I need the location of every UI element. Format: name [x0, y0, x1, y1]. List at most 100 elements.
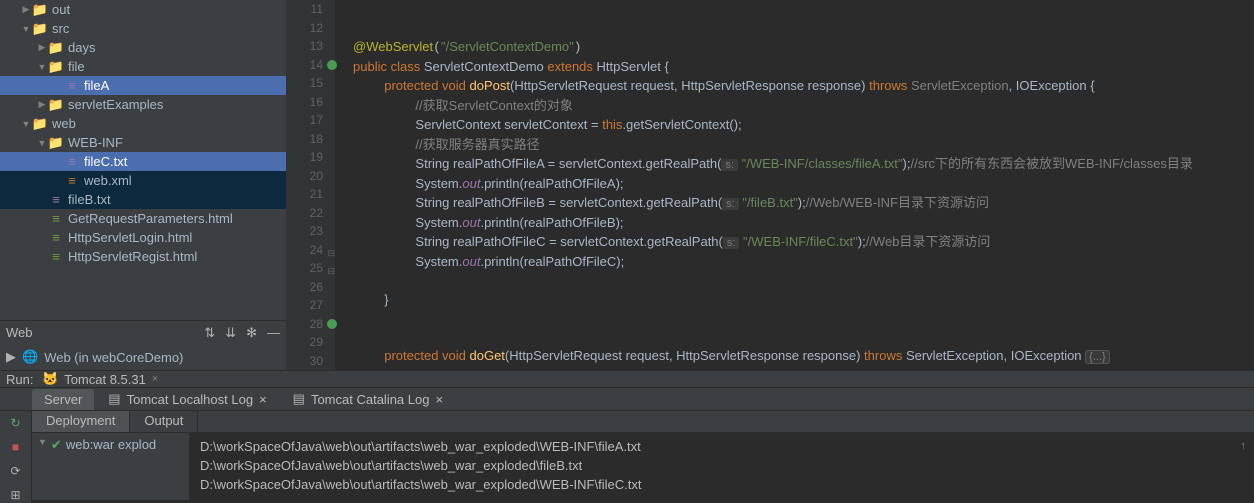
- run-config-tab[interactable]: 🐱 Tomcat 8.5.31 ×: [32, 371, 168, 387]
- close-icon[interactable]: ×: [152, 373, 158, 385]
- run-toolbar: ↻ ■ ⟳ ⊞: [0, 411, 32, 503]
- file-icon: 📁: [32, 116, 48, 132]
- gutter-line[interactable]: 12: [287, 19, 323, 38]
- tree-label: servletExamples: [68, 97, 163, 112]
- filter-icon[interactable]: ⇅: [204, 325, 215, 341]
- tab-server[interactable]: Server: [32, 389, 94, 410]
- deployment-list[interactable]: ▼ ✔ web:war explod: [32, 433, 190, 503]
- deploy-tabs: Deployment Output: [32, 411, 1254, 433]
- tab-output[interactable]: Output: [130, 411, 198, 432]
- tree-label: file: [68, 59, 85, 74]
- console-line: D:\workSpaceOfJava\web\out\artifacts\web…: [200, 475, 1244, 494]
- gutter-line[interactable]: 16: [287, 93, 323, 112]
- gutter-line[interactable]: 14: [287, 56, 323, 75]
- file-icon: ≡: [64, 173, 80, 188]
- tree-label: fileC.txt: [84, 154, 127, 169]
- tomcat-icon: 🐱: [42, 371, 58, 387]
- tree-item[interactable]: ≡fileC.txt: [0, 152, 286, 171]
- tree-label: GetRequestParameters.html: [68, 211, 233, 226]
- gutter-line[interactable]: 25⊟: [287, 259, 323, 278]
- gutter-line[interactable]: 22: [287, 204, 323, 223]
- tree-item[interactable]: ▼📁WEB-INF: [0, 133, 286, 152]
- gutter-line[interactable]: 20: [287, 167, 323, 186]
- file-icon: 📁: [48, 135, 64, 151]
- tree-item[interactable]: ▶📁out: [0, 0, 286, 19]
- run-icon[interactable]: ▶: [6, 349, 16, 365]
- editor-gutter[interactable]: 1112131415161718192021222324⊟25⊟26272829…: [287, 0, 335, 370]
- gutter-line[interactable]: 28: [287, 315, 323, 334]
- file-icon: 📁: [48, 59, 64, 75]
- project-tree[interactable]: ▶📁out▼📁src▶📁days▼📁file≡fileA▶📁servletExa…: [0, 0, 286, 320]
- override-marker-icon[interactable]: [327, 319, 337, 329]
- chevron-icon[interactable]: ▼: [36, 138, 48, 148]
- tree-item[interactable]: ▶📁days: [0, 38, 286, 57]
- tree-label: HttpServletLogin.html: [68, 230, 192, 245]
- override-marker-icon[interactable]: [327, 60, 337, 70]
- file-icon: 📁: [32, 2, 48, 18]
- chevron-icon[interactable]: ▶: [20, 4, 32, 15]
- run-config-name: Tomcat 8.5.31: [64, 372, 146, 387]
- tree-item[interactable]: ≡ GetRequestParameters.html: [0, 209, 286, 228]
- tree-label: fileA: [84, 78, 109, 93]
- tree-item[interactable]: ≡web.xml: [0, 171, 286, 190]
- file-icon: ≡: [48, 211, 64, 226]
- tab-deployment[interactable]: Deployment: [32, 411, 130, 432]
- gutter-line[interactable]: 26: [287, 278, 323, 297]
- gutter-line[interactable]: 17: [287, 111, 323, 130]
- chevron-down-icon[interactable]: ▼: [38, 437, 47, 447]
- tree-item[interactable]: ▼📁web: [0, 114, 286, 133]
- run-header: Run: 🐱 Tomcat 8.5.31 ×: [0, 371, 1254, 388]
- chevron-icon[interactable]: ▼: [36, 62, 48, 72]
- close-icon[interactable]: ×: [259, 392, 267, 407]
- tree-item[interactable]: ▶📁servletExamples: [0, 95, 286, 114]
- console-line: D:\workSpaceOfJava\web\out\artifacts\web…: [200, 437, 1244, 456]
- fold-icon[interactable]: ⊟: [327, 262, 335, 281]
- chevron-icon[interactable]: ▶: [36, 42, 48, 53]
- gutter-line[interactable]: 23: [287, 222, 323, 241]
- code-editor[interactable]: 1112131415161718192021222324⊟25⊟26272829…: [287, 0, 1254, 370]
- web-facet-label[interactable]: Web (in webCoreDemo): [44, 350, 183, 365]
- run-label: Run:: [0, 372, 32, 387]
- web-panel-body: ▶ 🌐 Web (in webCoreDemo): [0, 344, 286, 370]
- tree-item[interactable]: ≡fileB.txt: [0, 190, 286, 209]
- gutter-line[interactable]: 27: [287, 296, 323, 315]
- chevron-icon[interactable]: ▼: [20, 119, 32, 129]
- log-icon: ▤: [293, 391, 305, 407]
- tree-label: HttpServletRegist.html: [68, 249, 197, 264]
- layout-icon[interactable]: ⊞: [8, 487, 24, 503]
- run-subtabs: Server ▤ Tomcat Localhost Log × ▤ Tomcat…: [0, 388, 1254, 411]
- gutter-line[interactable]: 18: [287, 130, 323, 149]
- file-icon: ≡: [48, 192, 64, 207]
- gutter-line[interactable]: 30: [287, 352, 323, 371]
- stop-icon[interactable]: ■: [8, 439, 24, 455]
- tree-item[interactable]: ▼📁 file: [0, 57, 286, 76]
- settings-icon[interactable]: ✻: [246, 325, 257, 341]
- gutter-line[interactable]: 11: [287, 0, 323, 19]
- gutter-line[interactable]: 13: [287, 37, 323, 56]
- rerun-icon[interactable]: ↻: [8, 415, 24, 431]
- code-area[interactable]: @WebServlet("/ServletContextDemo") publi…: [335, 0, 1254, 370]
- fold-icon[interactable]: ⊟: [327, 244, 335, 263]
- success-icon: ✔: [51, 437, 62, 453]
- gutter-line[interactable]: 24⊟: [287, 241, 323, 260]
- tree-item[interactable]: ≡HttpServletRegist.html: [0, 247, 286, 266]
- artifact-label[interactable]: web:war explod: [66, 437, 156, 452]
- tab-localhost-log[interactable]: ▤ Tomcat Localhost Log ×: [96, 388, 278, 410]
- web-panel-title: Web: [6, 325, 33, 340]
- chevron-icon[interactable]: ▶: [36, 99, 48, 110]
- update-icon[interactable]: ⟳: [8, 463, 24, 479]
- console-output[interactable]: ↑ D:\workSpaceOfJava\web\out\artifacts\w…: [190, 433, 1254, 503]
- collapse-icon[interactable]: ⇊: [225, 325, 236, 341]
- gutter-line[interactable]: 15: [287, 74, 323, 93]
- tree-item[interactable]: ≡fileA: [0, 76, 286, 95]
- gutter-line[interactable]: 21: [287, 185, 323, 204]
- gutter-line[interactable]: 29: [287, 333, 323, 352]
- tree-item[interactable]: ▼📁src: [0, 19, 286, 38]
- hide-icon[interactable]: —: [267, 325, 280, 341]
- close-icon[interactable]: ×: [435, 392, 443, 407]
- tab-catalina-log[interactable]: ▤ Tomcat Catalina Log ×: [281, 388, 455, 410]
- scroll-up-icon[interactable]: ↑: [1241, 437, 1247, 456]
- gutter-line[interactable]: 19: [287, 148, 323, 167]
- chevron-icon[interactable]: ▼: [20, 24, 32, 34]
- tree-item[interactable]: ≡HttpServletLogin.html: [0, 228, 286, 247]
